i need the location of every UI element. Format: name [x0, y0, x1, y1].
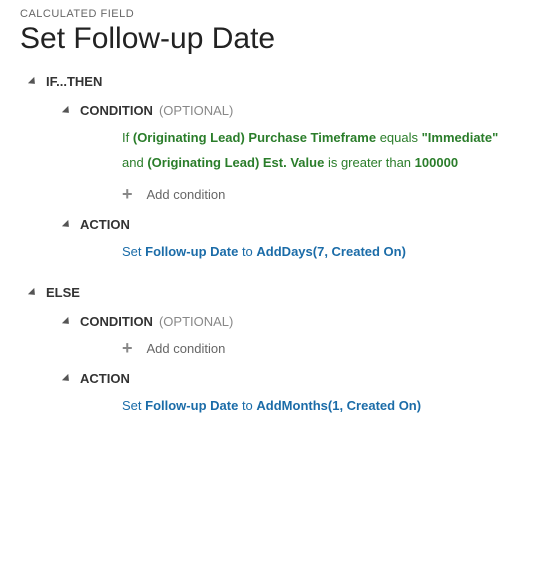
- section-condition-else[interactable]: CONDITION: [80, 314, 153, 329]
- add-condition-button-else[interactable]: + Add condition: [122, 339, 513, 357]
- optional-tag: (OPTIONAL): [159, 314, 233, 329]
- chevron-down-icon[interactable]: [28, 287, 38, 297]
- chevron-down-icon[interactable]: [28, 76, 38, 86]
- keyword-if: If: [122, 130, 129, 145]
- chevron-down-icon[interactable]: [62, 220, 72, 230]
- plus-icon: +: [122, 185, 133, 203]
- action-field: Follow-up Date: [145, 398, 238, 413]
- condition-expression[interactable]: If (Originating Lead) Purchase Timeframe…: [122, 126, 513, 175]
- keyword-to: to: [242, 244, 253, 259]
- condition-field-2: (Originating Lead) Est. Value: [147, 155, 324, 170]
- action-expression-if[interactable]: Set Follow-up Date to AddDays(7, Created…: [122, 240, 513, 265]
- operator-greaterthan: is greater than: [328, 155, 411, 170]
- chevron-down-icon[interactable]: [62, 373, 72, 383]
- section-action[interactable]: ACTION: [80, 217, 130, 232]
- keyword-and: and: [122, 155, 144, 170]
- section-condition[interactable]: CONDITION: [80, 103, 153, 118]
- optional-tag: (OPTIONAL): [159, 103, 233, 118]
- condition-literal-2: 100000: [415, 155, 458, 170]
- action-field: Follow-up Date: [145, 244, 238, 259]
- condition-literal-1: "Immediate": [422, 130, 499, 145]
- action-function: AddMonths(1, Created On): [256, 398, 421, 413]
- keyword-to: to: [242, 398, 253, 413]
- chevron-down-icon[interactable]: [62, 316, 72, 326]
- chevron-down-icon[interactable]: [62, 105, 72, 115]
- section-else[interactable]: ELSE: [46, 285, 80, 300]
- page-title: Set Follow-up Date: [20, 22, 513, 56]
- add-condition-label: Add condition: [147, 341, 226, 356]
- add-condition-label: Add condition: [147, 187, 226, 202]
- breadcrumb: CALCULATED FIELD: [20, 8, 513, 20]
- action-expression-else[interactable]: Set Follow-up Date to AddMonths(1, Creat…: [122, 394, 513, 419]
- action-function: AddDays(7, Created On): [256, 244, 406, 259]
- add-condition-button[interactable]: + Add condition: [122, 185, 513, 203]
- keyword-set: Set: [122, 398, 142, 413]
- keyword-set: Set: [122, 244, 142, 259]
- operator-equals: equals: [380, 130, 418, 145]
- plus-icon: +: [122, 339, 133, 357]
- section-ifthen[interactable]: IF...THEN: [46, 74, 102, 89]
- condition-field-1: (Originating Lead) Purchase Timeframe: [133, 130, 376, 145]
- section-action-else[interactable]: ACTION: [80, 371, 130, 386]
